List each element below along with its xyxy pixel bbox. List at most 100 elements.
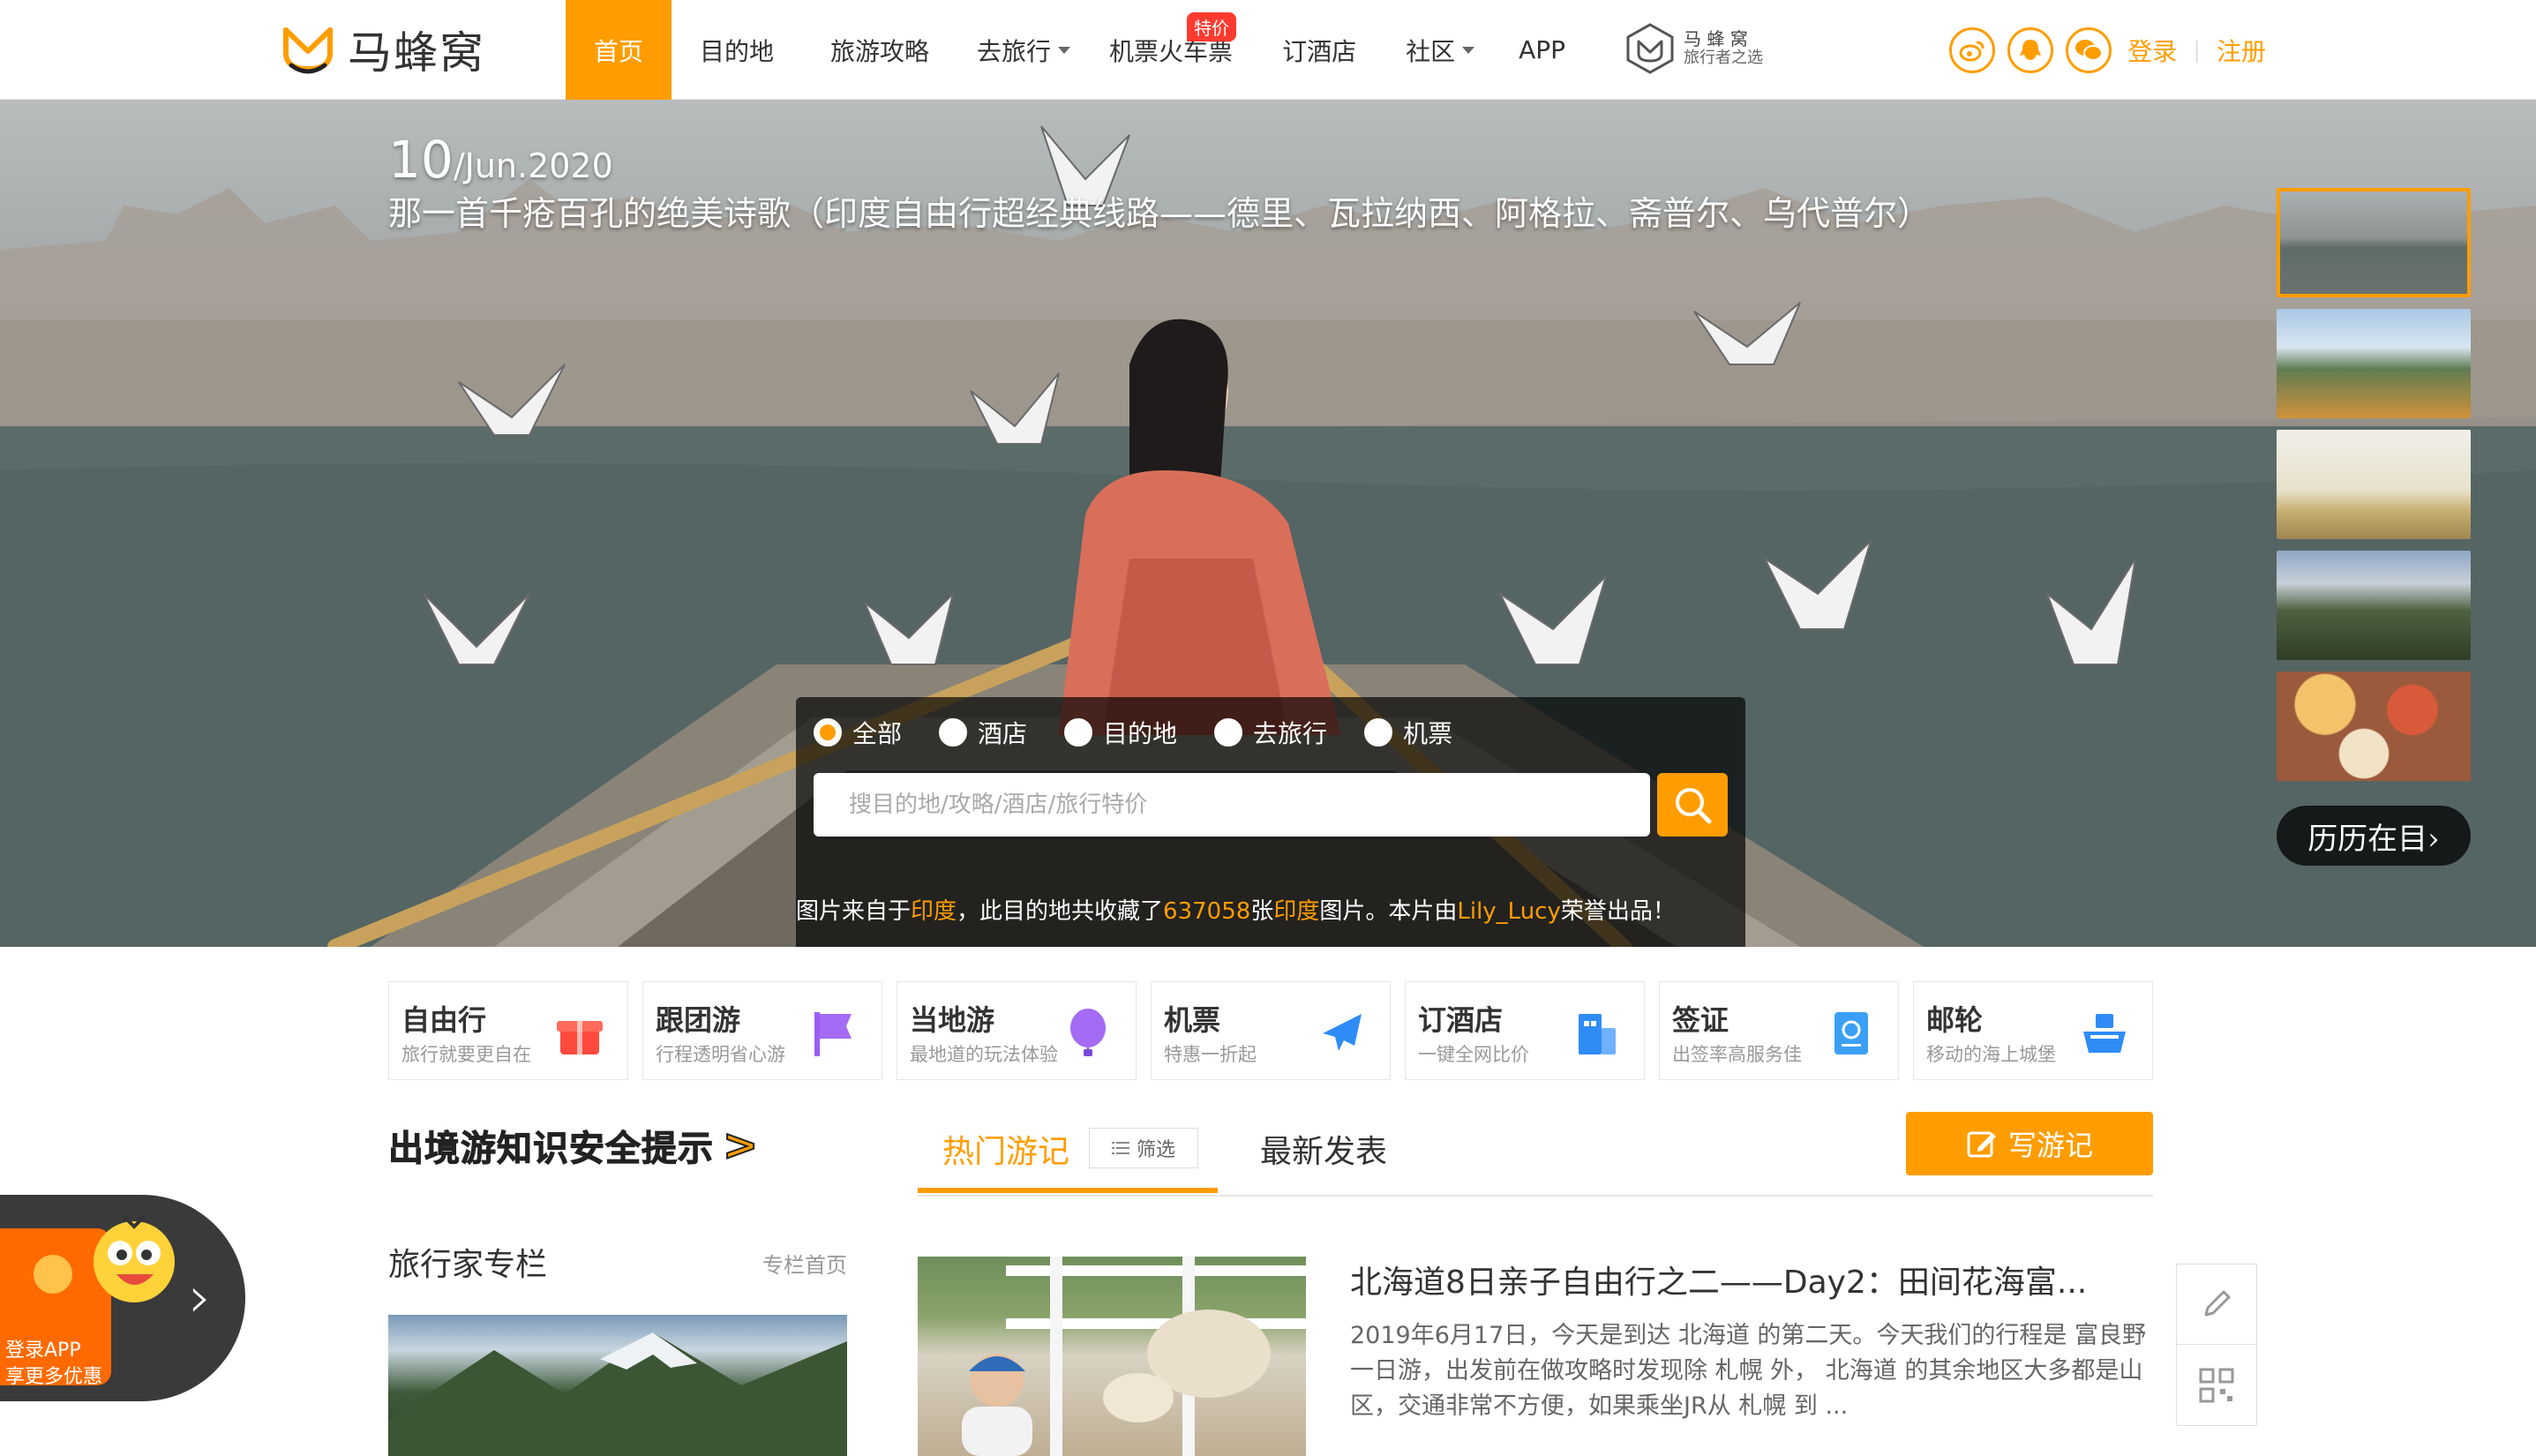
app-promo-widget[interactable]: 登录APP 享更多优惠 › — [0, 1195, 245, 1401]
nav-community[interactable]: 社区 — [1406, 0, 1475, 100]
qr-code-shortcut[interactable] — [2176, 1345, 2257, 1426]
radio-hotel[interactable]: 酒店 — [939, 715, 1027, 750]
service-title: 当地游 — [910, 1003, 995, 1037]
service-local-tour[interactable]: 当地游 最地道的玩法体验 — [897, 981, 1137, 1080]
auth-separator: | — [2193, 37, 2201, 64]
radio-travel[interactable]: 去旅行 — [1214, 715, 1327, 750]
nav-hotel[interactable]: 订酒店 — [1282, 0, 1356, 100]
register-link[interactable]: 注册 — [2217, 33, 2266, 68]
filter-button[interactable]: 筛选 — [1089, 1128, 1198, 1168]
slogan: 马 蜂 窝 旅行者之选 — [1624, 22, 1763, 75]
nav-guides[interactable]: 旅游攻略 — [830, 0, 929, 100]
credit-text: 图片。本片由 — [1319, 898, 1458, 925]
radio-flight-label: 机票 — [1403, 719, 1453, 748]
column-cover-image[interactable] — [388, 1315, 847, 1456]
safety-tips-text: 出境游知识安全提示 — [388, 1129, 714, 1170]
search-icon — [1676, 788, 1712, 824]
service-group-tour[interactable]: 跟团游 行程透明省心游 — [642, 981, 882, 1080]
radio-all-label: 全部 — [852, 719, 903, 748]
hero-date-day: 10 — [388, 130, 454, 190]
hero-thumbnails — [2277, 188, 2471, 792]
nav-travel-label: 去旅行 — [977, 36, 1052, 66]
chevron-right-icon: › — [189, 1265, 212, 1331]
service-cards: 自由行 旅行就要更自在 跟团游 行程透明省心游 当地游 最地道的玩法体验 机票 … — [388, 981, 2167, 1080]
thumbnail-pier[interactable] — [2277, 430, 2471, 539]
service-title: 机票 — [1164, 1003, 1221, 1037]
filter-label: 筛选 — [1136, 1139, 1175, 1161]
history-button[interactable]: 历历在目› — [2277, 806, 2471, 866]
service-visa[interactable]: 签证 出签率高服务佳 — [1659, 981, 1899, 1080]
balloon-icon — [1070, 1009, 1106, 1056]
chevron-down-icon — [1058, 46, 1071, 54]
service-subtitle: 移动的海上城堡 — [1926, 1044, 2056, 1065]
service-title: 签证 — [1672, 1003, 1729, 1037]
radio-destination[interactable]: 目的地 — [1064, 715, 1177, 750]
child-with-alpaca-image — [962, 1257, 1306, 1456]
thumbnail-lakeside[interactable] — [2277, 309, 2471, 418]
edit-icon — [1967, 1131, 1996, 1158]
thumbnail-food[interactable] — [2277, 672, 2471, 781]
credit-author-link[interactable]: Lily_Lucy — [1457, 898, 1561, 925]
nav-destination[interactable]: 目的地 — [700, 0, 774, 100]
search-button[interactable] — [1657, 773, 1728, 837]
credit-place-link[interactable]: 印度 — [1273, 898, 1319, 925]
service-cruise[interactable]: 邮轮 移动的海上城堡 — [1913, 981, 2153, 1080]
chevron-down-icon — [1462, 46, 1475, 54]
credit-text: 张 — [1250, 898, 1274, 925]
column-home-link[interactable]: 专栏首页 — [762, 1248, 847, 1279]
radio-flight[interactable]: 机票 — [1364, 715, 1452, 750]
tab-latest[interactable]: 最新发表 — [1260, 1126, 1387, 1172]
nav-app[interactable]: APP — [1519, 0, 1565, 100]
slogan-line2: 旅行者之选 — [1684, 49, 1763, 67]
service-free-travel[interactable]: 自由行 旅行就要更自在 — [388, 981, 628, 1080]
header-actions: 登录 | 注册 — [1937, 25, 2266, 76]
article-title[interactable]: 北海道8日亲子自由行之二——Day2：田间花海富... — [1350, 1257, 2127, 1302]
service-title: 自由行 — [401, 1003, 487, 1037]
promo-line1: 登录APP — [5, 1340, 81, 1362]
radio-all[interactable]: 全部 — [814, 715, 902, 750]
top-header: 马蜂窝 首页 目的地 旅游攻略 去旅行 机票火车票 特价 订酒店 社区 APP 马… — [0, 0, 2536, 100]
service-subtitle: 出签率高服务佳 — [1672, 1044, 1802, 1065]
promo-text: 登录APP 享更多优惠 — [5, 1338, 102, 1391]
hero-banner[interactable]: 10/Jun.2020 那一首千疮百孔的绝美诗歌（印度自由行超经典线路——德里、… — [0, 100, 2536, 947]
thumbnail-hills[interactable] — [2277, 551, 2471, 660]
service-flight[interactable]: 机票 特惠一折起 — [1151, 981, 1391, 1080]
hero-date: 10/Jun.2020 — [388, 130, 613, 190]
nav-home[interactable]: 首页 — [566, 0, 672, 100]
safety-tips-arrow: > — [722, 1120, 759, 1171]
weibo-icon[interactable] — [1949, 27, 1996, 73]
passport-icon — [1834, 1012, 1868, 1054]
radio-dot — [814, 718, 842, 747]
tab-hot-travelogues[interactable]: 热门游记 — [942, 1126, 1069, 1172]
service-title: 订酒店 — [1418, 1003, 1504, 1037]
wechat-icon[interactable] — [2066, 27, 2112, 73]
thumbnail-boat[interactable] — [2277, 188, 2471, 297]
active-tab-indicator — [918, 1188, 1218, 1193]
plane-icon — [1323, 1014, 1362, 1051]
article-excerpt: 2019年6月17日，今天是到达 北海道 的第二天。今天我们的行程是 富良野 一… — [1350, 1322, 2146, 1420]
building-icon — [1579, 1014, 1616, 1054]
search-input[interactable] — [814, 773, 1650, 837]
radio-dot — [1064, 718, 1093, 747]
mountain-image — [388, 1332, 847, 1456]
article-thumbnail[interactable] — [918, 1257, 1306, 1456]
nav-guides-label: 旅游攻略 — [830, 36, 930, 66]
credit-place-link[interactable]: 印度 — [911, 898, 957, 925]
radio-dot — [1364, 718, 1393, 747]
mascot-icon — [94, 1214, 175, 1302]
pencil-icon — [2204, 1290, 2231, 1317]
write-shortcut[interactable] — [2176, 1264, 2257, 1345]
hero-title[interactable]: 那一首千疮百孔的绝美诗歌（印度自由行超经典线路——德里、瓦拉纳西、阿格拉、斋普尔… — [388, 186, 1931, 235]
safety-tips-banner[interactable]: 出境游知识安全提示 > — [388, 1119, 760, 1172]
logo[interactable]: 马蜂窝 — [281, 23, 485, 79]
nav-tickets[interactable]: 机票火车票 特价 — [1109, 0, 1237, 100]
gift-icon — [557, 1021, 603, 1054]
write-travelogue-button[interactable]: 写游记 — [1906, 1112, 2153, 1175]
qq-icon[interactable] — [2007, 27, 2054, 73]
credit-count: 637058 — [1163, 898, 1251, 925]
nav-travel[interactable]: 去旅行 — [977, 0, 1071, 100]
login-link[interactable]: 登录 — [2127, 33, 2177, 68]
credit-text: 荣誉出品！ — [1560, 898, 1676, 925]
service-hotel[interactable]: 订酒店 一键全网比价 — [1405, 981, 1645, 1080]
nav-hotel-label: 订酒店 — [1282, 36, 1357, 66]
